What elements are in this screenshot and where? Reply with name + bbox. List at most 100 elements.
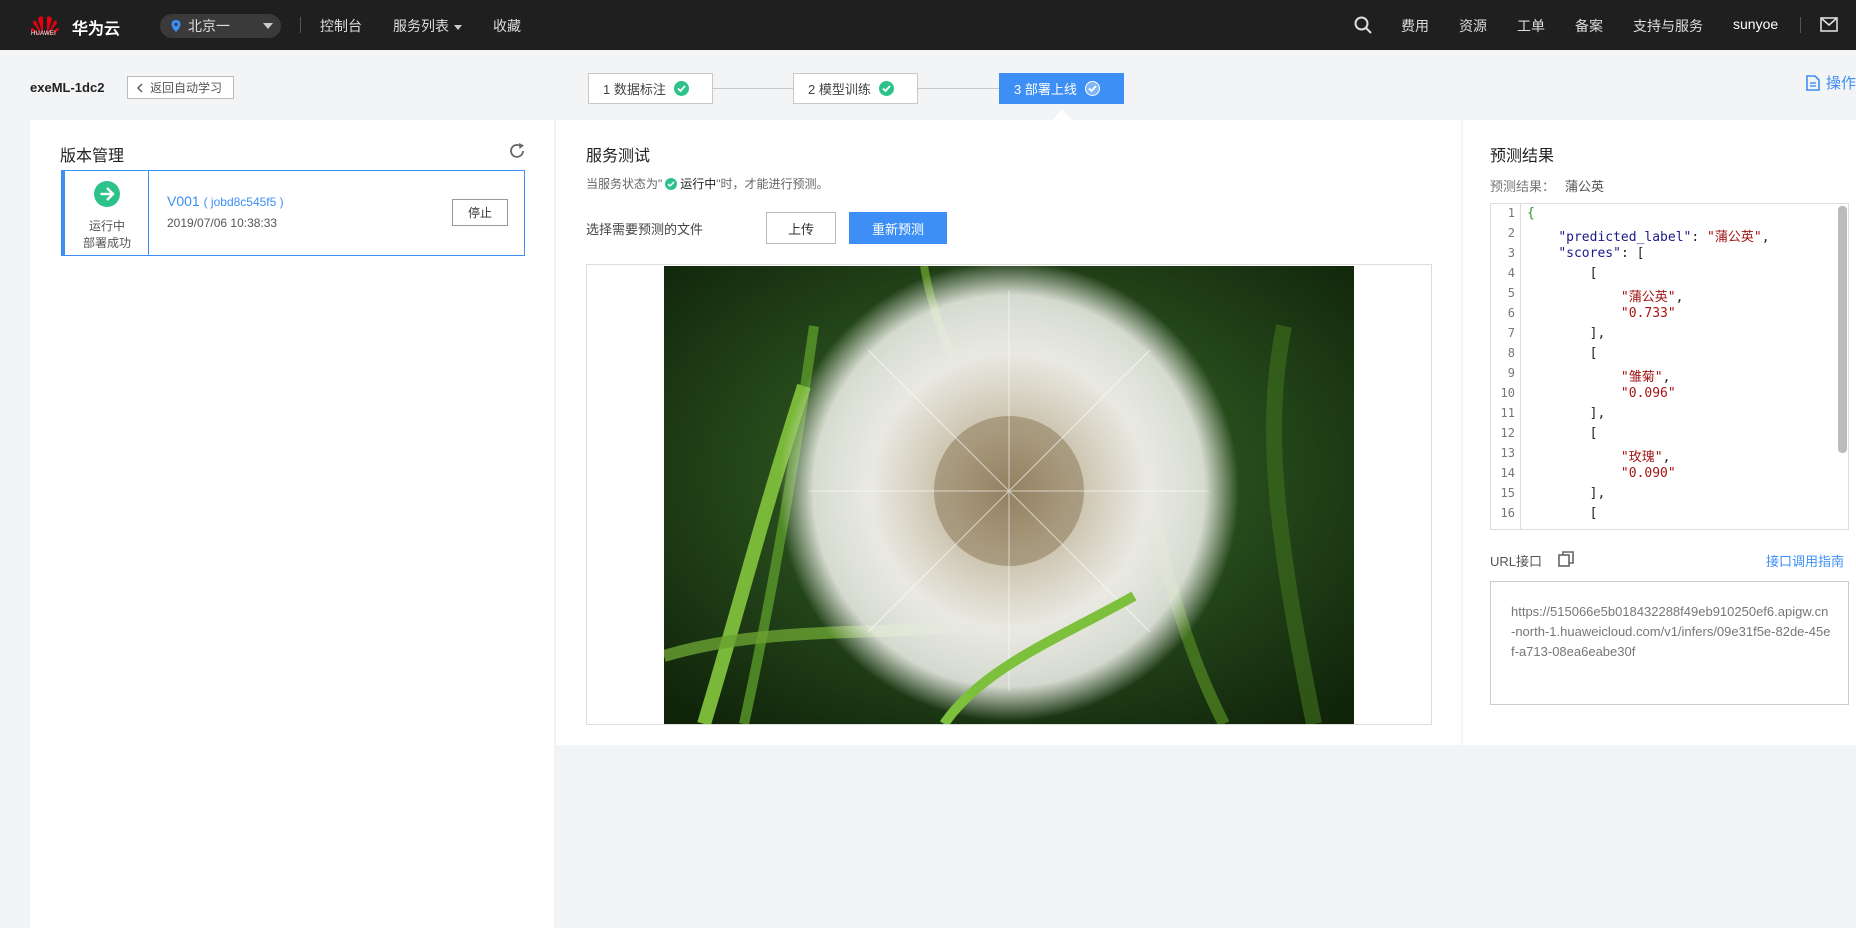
stop-button[interactable]: 停止 bbox=[452, 199, 508, 226]
service-test-title: 服务测试 bbox=[586, 148, 651, 165]
mail-icon[interactable] bbox=[1820, 17, 1838, 32]
check-circle-icon bbox=[665, 177, 678, 190]
nav-divider bbox=[1800, 17, 1801, 33]
nav-billing-link[interactable]: 费用 bbox=[1401, 16, 1429, 36]
hint-prefix: 当服务状态为" bbox=[586, 177, 663, 191]
choose-file-label: 选择需要预测的文件 bbox=[586, 222, 704, 237]
job-id: ( jobd8c545f5 ) bbox=[203, 195, 284, 209]
deploy-status-text: 部署成功 bbox=[82, 236, 131, 250]
operations-link[interactable]: 操作 bbox=[1806, 72, 1856, 93]
code-line: "predicted_label": "蒲公英", bbox=[1558, 230, 1770, 245]
search-icon[interactable] bbox=[1354, 16, 1372, 34]
nav-resources-link[interactable]: 资源 bbox=[1459, 16, 1487, 36]
user-menu[interactable]: sunyoe bbox=[1733, 16, 1778, 32]
code-line: "蒲公英", bbox=[1620, 290, 1684, 305]
line-number-gutter: 1 2 3 4 5 6 7 8 9 10 11 12 13 14 15 16 bbox=[1491, 204, 1521, 529]
code-line: "0.096" bbox=[1620, 386, 1676, 401]
service-hint: 当服务状态为" 运行中 "时，才能进行预测。 bbox=[586, 175, 829, 192]
result-summary: 预测结果： 蒲公英 bbox=[1490, 176, 1604, 195]
preview-image-frame bbox=[586, 264, 1432, 725]
nav-divider bbox=[300, 17, 301, 33]
line-number: 6 bbox=[1507, 306, 1515, 320]
step-model-training[interactable]: 2 模型训练 bbox=[793, 73, 918, 104]
line-number: 13 bbox=[1500, 446, 1515, 460]
result-value: 蒲公英 bbox=[1565, 179, 1605, 194]
active-step-pointer bbox=[1052, 110, 1072, 120]
location-pin-icon bbox=[171, 20, 181, 32]
operations-label: 操作 bbox=[1826, 75, 1856, 92]
code-line: [ bbox=[1589, 266, 1598, 281]
url-interface-label: URL接口 bbox=[1490, 554, 1543, 569]
code-line: "雏菊", bbox=[1620, 370, 1671, 385]
step-label: 1 数据标注 bbox=[603, 82, 666, 97]
upload-button[interactable]: 上传 bbox=[766, 212, 836, 244]
line-number: 11 bbox=[1500, 406, 1515, 420]
api-url-box[interactable]: https://515066e5b018432288f49eb910250ef6… bbox=[1490, 581, 1849, 705]
line-number: 10 bbox=[1500, 386, 1515, 400]
nav-console-link[interactable]: 控制台 bbox=[320, 16, 362, 36]
check-circle-icon bbox=[673, 81, 689, 96]
code-line: "scores": [ bbox=[1558, 246, 1645, 261]
brand-name[interactable]: 华为云 bbox=[72, 15, 120, 39]
nav-services-menu[interactable]: 服务列表 bbox=[393, 16, 462, 36]
running-status-text: 运行中 bbox=[88, 219, 125, 233]
copy-icon[interactable] bbox=[1558, 551, 1574, 567]
step-label: 2 模型训练 bbox=[808, 82, 871, 97]
check-circle-icon bbox=[1084, 81, 1100, 96]
line-number: 5 bbox=[1507, 286, 1515, 300]
top-navigation-bar: HUAWEI 华为云 北京一 控制台 服务列表 收藏 费用 资源 工单 备案 支… bbox=[0, 0, 1856, 50]
chevron-left-icon bbox=[137, 83, 143, 92]
step-data-labeling[interactable]: 1 数据标注 bbox=[588, 73, 713, 104]
code-line: "0.733" bbox=[1620, 306, 1676, 321]
chevron-down-icon bbox=[263, 23, 273, 29]
line-number: 4 bbox=[1507, 266, 1515, 280]
line-number: 2 bbox=[1507, 226, 1515, 240]
step-connector bbox=[713, 88, 793, 89]
json-result-viewer[interactable]: 1 2 3 4 5 6 7 8 9 10 11 12 13 14 15 16 { "predicted_lab… bbox=[1490, 203, 1849, 530]
version-timestamp: 2019/07/06 10:38:33 bbox=[167, 216, 278, 230]
api-guide-link[interactable]: 接口调用指南 bbox=[1766, 551, 1844, 570]
version-card[interactable]: 运行中 部署成功 V001 ( jobd8c545f5 ) 2019/07/06… bbox=[61, 170, 525, 256]
nav-favorites-link[interactable]: 收藏 bbox=[493, 16, 521, 36]
back-to-automl-button[interactable]: 返回自动学习 bbox=[127, 76, 234, 99]
nav-tickets-link[interactable]: 工单 bbox=[1517, 16, 1545, 36]
dandelion-image bbox=[664, 266, 1354, 724]
document-icon bbox=[1806, 74, 1820, 91]
version-panel-title: 版本管理 bbox=[60, 148, 125, 165]
line-number: 14 bbox=[1500, 466, 1515, 480]
result-prefix: 预测结果： bbox=[1490, 179, 1556, 194]
code-line: [ bbox=[1589, 506, 1598, 521]
hint-status: 运行中 bbox=[680, 177, 717, 191]
region-selector[interactable]: 北京一 bbox=[160, 14, 281, 38]
refresh-icon[interactable] bbox=[508, 142, 526, 160]
line-number: 7 bbox=[1507, 326, 1515, 340]
repredict-button[interactable]: 重新预测 bbox=[849, 212, 947, 244]
version-status: 运行中 部署成功 bbox=[65, 171, 149, 255]
step-deploy[interactable]: 3 部署上线 bbox=[999, 73, 1124, 104]
line-number: 1 bbox=[1507, 206, 1515, 220]
line-number: 12 bbox=[1500, 426, 1515, 440]
version-number: V001 bbox=[167, 193, 200, 209]
dandelion-illustration bbox=[664, 266, 1354, 724]
code-line: { bbox=[1527, 206, 1535, 221]
brand-subtitle: HUAWEI bbox=[31, 31, 56, 37]
code-line: ], bbox=[1589, 406, 1606, 421]
nav-support-link[interactable]: 支持与服务 bbox=[1633, 16, 1703, 36]
nav-filing-link[interactable]: 备案 bbox=[1575, 16, 1603, 36]
code-line: "0.090" bbox=[1620, 466, 1676, 481]
vertical-scrollbar[interactable] bbox=[1838, 206, 1847, 453]
line-number: 8 bbox=[1507, 346, 1515, 360]
step-label: 3 部署上线 bbox=[1014, 82, 1077, 97]
step-connector bbox=[918, 88, 999, 89]
line-number: 15 bbox=[1500, 486, 1515, 500]
line-number: 9 bbox=[1507, 366, 1515, 380]
version-name[interactable]: V001 ( jobd8c545f5 ) bbox=[167, 193, 284, 209]
code-line: ], bbox=[1589, 326, 1606, 341]
chevron-down-icon bbox=[454, 24, 462, 30]
line-number: 16 bbox=[1500, 506, 1515, 520]
check-circle-icon bbox=[878, 81, 894, 96]
line-number: 3 bbox=[1507, 246, 1515, 260]
back-label: 返回自动学习 bbox=[150, 81, 223, 95]
nav-services-label: 服务列表 bbox=[393, 18, 449, 34]
hint-suffix: "时，才能进行预测。 bbox=[716, 177, 829, 191]
